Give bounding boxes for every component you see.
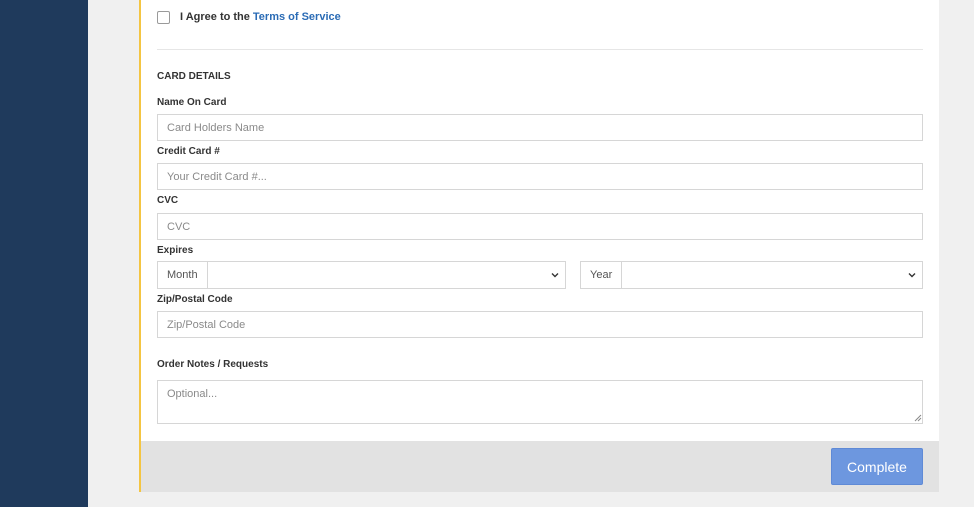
form-footer: Complete [141, 441, 939, 492]
expiry-year-group: Year [580, 261, 923, 289]
cvc-input[interactable] [157, 213, 923, 240]
complete-button[interactable]: Complete [831, 448, 923, 485]
year-addon: Year [581, 262, 623, 288]
zip-input[interactable] [157, 311, 923, 338]
cvc-label: CVC [157, 195, 179, 206]
terms-of-service-link[interactable]: Terms of Service [253, 11, 341, 23]
order-notes-textarea[interactable] [157, 380, 923, 424]
chevron-down-icon [551, 273, 559, 278]
month-select[interactable] [208, 262, 565, 288]
card-details-title: CARD DETAILS [157, 71, 231, 82]
year-select[interactable] [622, 262, 922, 288]
name-on-card-input[interactable] [157, 114, 923, 141]
name-on-card-label: Name On Card [157, 97, 227, 108]
chevron-down-icon [908, 273, 916, 278]
section-divider [157, 49, 923, 50]
expires-label: Expires [157, 245, 194, 256]
terms-label: I Agree to the [180, 11, 250, 23]
expiry-month-group: Month [157, 261, 566, 289]
checkout-panel: I Agree to the Terms of Service CARD DET… [139, 0, 939, 492]
zip-label: Zip/Postal Code [157, 294, 233, 305]
resize-grip-icon[interactable] [914, 414, 922, 422]
credit-card-input[interactable] [157, 163, 923, 190]
credit-card-label: Credit Card # [157, 146, 220, 157]
order-notes-label: Order Notes / Requests [157, 359, 269, 370]
terms-checkbox[interactable] [157, 10, 170, 24]
month-addon: Month [158, 262, 208, 288]
sidebar [0, 0, 88, 507]
terms-agreement: I Agree to the Terms of Service [157, 9, 341, 25]
